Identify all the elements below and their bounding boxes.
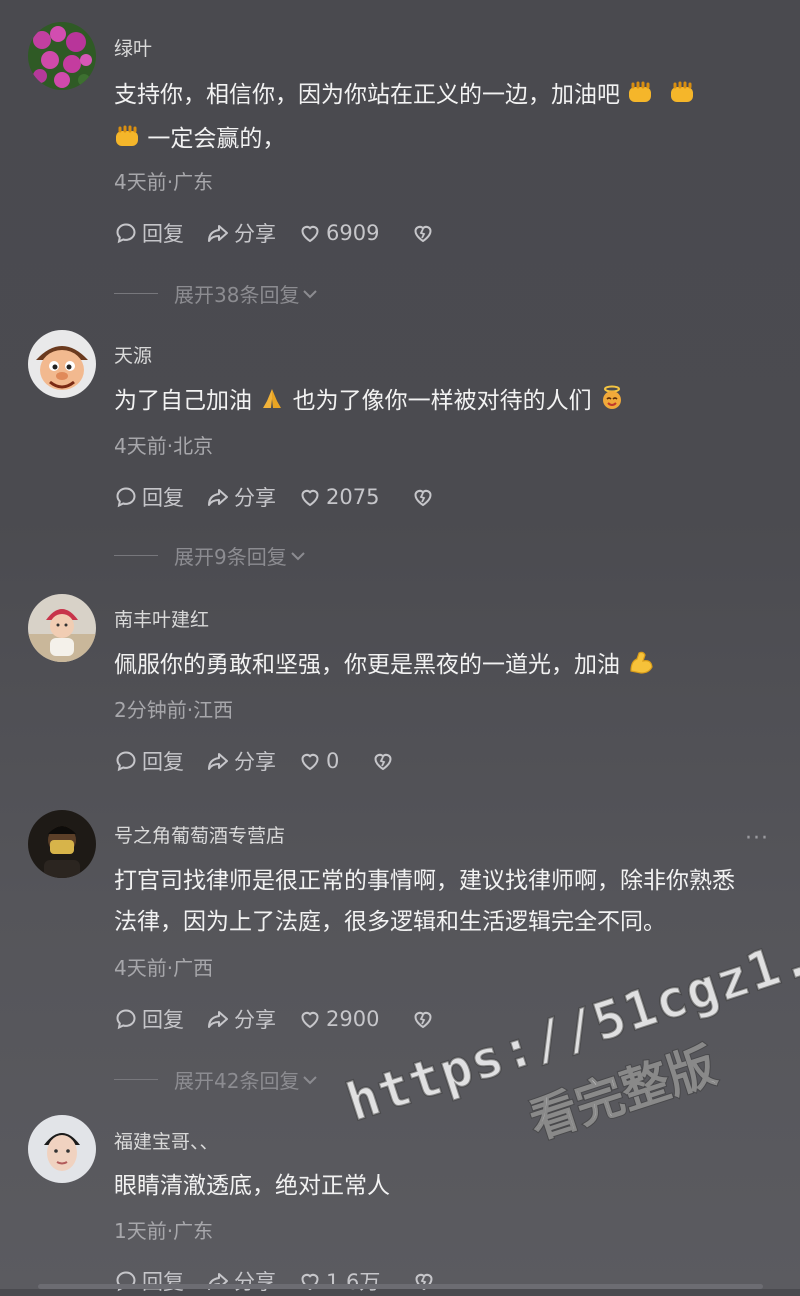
comment-bubble-icon (116, 1271, 136, 1292)
heart-icon (301, 1273, 319, 1291)
dislike-button[interactable] (412, 1269, 440, 1293)
like-button[interactable]: 6909 (298, 221, 379, 245)
share-arrow-icon (208, 1273, 228, 1290)
comment-bubble-icon (116, 1009, 136, 1030)
share-button[interactable]: 分享 (206, 218, 276, 248)
dislike-button[interactable] (411, 485, 439, 509)
broken-heart-icon (414, 1011, 432, 1029)
comment-text: 为了自己加油 也为了像你一样被对待的人们 (114, 381, 754, 425)
reply-button[interactable]: 回复 (114, 218, 184, 248)
fist-icon (627, 78, 653, 119)
like-count: 2900 (326, 1007, 380, 1031)
broken-heart-icon (414, 489, 432, 507)
watermark-caption: 看完整版 (522, 1037, 724, 1152)
share-arrow-icon (208, 1011, 228, 1028)
like-count: 1.6万 (326, 1270, 381, 1294)
avatar[interactable] (28, 22, 96, 90)
like-count: 0 (326, 749, 340, 773)
heart-icon (301, 489, 319, 507)
fist-icon (669, 78, 695, 119)
username[interactable]: 天源 (114, 341, 152, 368)
dislike-button[interactable] (411, 1007, 439, 1031)
comment-meta: 4天前·广东 (114, 170, 214, 194)
heart-icon (301, 753, 319, 771)
share-button[interactable]: 分享 (206, 1266, 276, 1296)
divider (114, 555, 158, 556)
dislike-button[interactable] (371, 749, 399, 773)
comment-text: 眼睛清澈透底，绝对正常人 (114, 1173, 390, 1199)
chevron-down-icon (291, 551, 305, 560)
fist-icon (114, 122, 140, 163)
comment-text: 打官司找律师是很正常的事情啊，建议找律师啊，除非你熟悉法律，因为上了法庭，很多逻… (114, 868, 735, 935)
reply-button[interactable]: 回复 (114, 1266, 184, 1296)
comment-text: 佩服你的勇敢和坚强，你更是黑夜的一道光，加油 (114, 645, 754, 689)
heart-icon (301, 225, 319, 243)
expand-replies-button[interactable]: 展开42条回复 (114, 1065, 319, 1094)
reply-button[interactable]: 回复 (114, 482, 184, 512)
share-button[interactable]: 分享 (206, 746, 276, 776)
like-button[interactable]: 2900 (298, 1007, 379, 1031)
like-count: 6909 (326, 221, 380, 245)
comment-meta: 4天前·广西 (114, 956, 214, 980)
divider (114, 1079, 158, 1080)
avatar[interactable] (28, 594, 96, 662)
avatar[interactable] (28, 330, 96, 398)
comment-actions: 回复 分享 6909 (114, 218, 461, 248)
share-arrow-icon (208, 753, 228, 770)
share-arrow-icon (208, 489, 228, 506)
like-button[interactable]: 1.6万 (298, 1266, 380, 1296)
comment-actions: 回复 分享 2075 (114, 482, 461, 512)
comment-actions: 回复 分享 1.6万 (114, 1266, 462, 1296)
pray-icon (259, 384, 285, 425)
comment-bubble-icon (116, 751, 136, 772)
username[interactable]: 绿叶 (114, 34, 152, 61)
username[interactable]: 南丰叶建红 (114, 605, 209, 632)
comment-bubble-icon (116, 223, 136, 244)
like-button[interactable]: 2075 (298, 485, 379, 509)
share-button[interactable]: 分享 (206, 482, 276, 512)
broken-heart-icon (374, 753, 392, 771)
comment-meta: 4天前·北京 (114, 434, 214, 458)
angel-icon (599, 384, 625, 425)
share-button[interactable]: 分享 (206, 1004, 276, 1034)
reply-button[interactable]: 回复 (114, 1004, 184, 1034)
comment-actions: 回复 分享 2900 (114, 1004, 461, 1034)
reply-button[interactable]: 回复 (114, 746, 184, 776)
username[interactable]: 号之角葡萄酒专营店 (114, 821, 285, 848)
heart-icon (301, 1011, 319, 1029)
broken-heart-icon (414, 225, 432, 243)
comment-bubble-icon (116, 487, 136, 508)
comment-actions: 回复 分享 0 (114, 746, 421, 776)
chevron-down-icon (303, 289, 318, 298)
username[interactable]: 福建宝哥、、 (114, 1127, 219, 1154)
like-count: 2075 (326, 485, 380, 509)
comment-text: 支持你，相信你，因为你站在正义的一边，加油吧 一定会赢的， (114, 75, 754, 163)
dislike-button[interactable] (411, 221, 439, 245)
comment-meta: 1天前·广东 (114, 1219, 214, 1243)
avatar[interactable] (28, 1115, 96, 1183)
like-button[interactable]: 0 (298, 749, 339, 773)
muscle-icon (627, 648, 655, 689)
comment-meta: 2分钟前·江西 (114, 698, 234, 722)
expand-replies-button[interactable]: 展开9条回复 (114, 541, 307, 570)
avatar[interactable] (28, 810, 96, 878)
divider (114, 293, 158, 294)
more-options-button[interactable]: ··· (745, 826, 769, 851)
chevron-down-icon (303, 1075, 318, 1084)
share-arrow-icon (208, 225, 228, 242)
broken-heart-icon (415, 1273, 433, 1291)
bottom-input-bar (38, 1284, 763, 1289)
expand-replies-button[interactable]: 展开38条回复 (114, 279, 319, 308)
